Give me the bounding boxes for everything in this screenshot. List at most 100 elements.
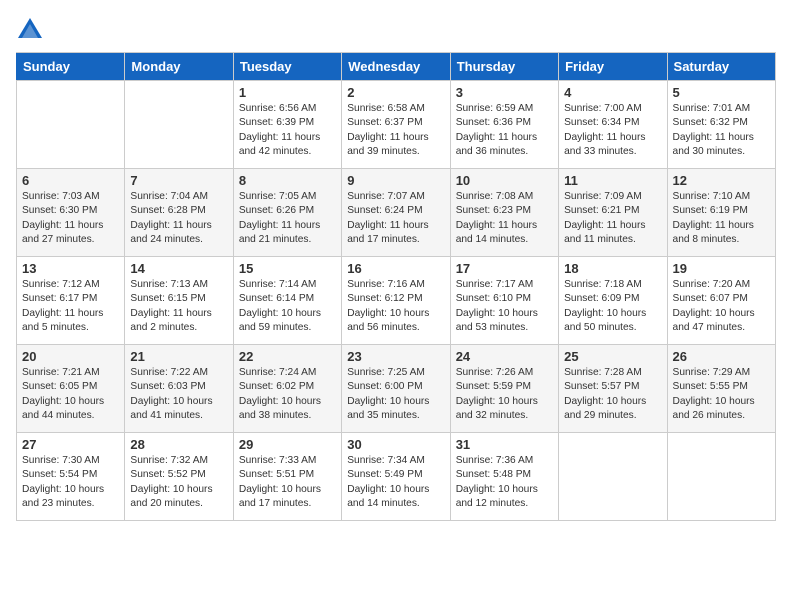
day-number: 9 (347, 173, 444, 188)
calendar-cell: 14 Sunrise: 7:13 AM Sunset: 6:15 PM Dayli… (125, 257, 233, 345)
day-number: 1 (239, 85, 336, 100)
day-number: 23 (347, 349, 444, 364)
calendar-cell: 5 Sunrise: 7:01 AM Sunset: 6:32 PM Daylig… (667, 81, 775, 169)
day-number: 10 (456, 173, 553, 188)
calendar-cell: 31 Sunrise: 7:36 AM Sunset: 5:48 PM Dayli… (450, 433, 558, 521)
day-number: 28 (130, 437, 227, 452)
calendar-cell: 18 Sunrise: 7:18 AM Sunset: 6:09 PM Dayli… (559, 257, 667, 345)
day-number: 3 (456, 85, 553, 100)
day-content: Sunrise: 7:07 AM Sunset: 6:24 PM Dayligh… (347, 190, 444, 247)
col-header-thursday: Thursday (450, 53, 558, 81)
day-number: 24 (456, 349, 553, 364)
day-content: Sunrise: 7:03 AM Sunset: 6:30 PM Dayligh… (22, 190, 119, 247)
day-content: Sunrise: 7:04 AM Sunset: 6:28 PM Dayligh… (130, 190, 227, 247)
calendar-cell: 11 Sunrise: 7:09 AM Sunset: 6:21 PM Dayli… (559, 169, 667, 257)
day-number: 6 (22, 173, 119, 188)
calendar-cell: 20 Sunrise: 7:21 AM Sunset: 6:05 PM Dayli… (17, 345, 125, 433)
calendar-cell: 24 Sunrise: 7:26 AM Sunset: 5:59 PM Dayli… (450, 345, 558, 433)
col-header-sunday: Sunday (17, 53, 125, 81)
day-number: 18 (564, 261, 661, 276)
calendar-cell: 12 Sunrise: 7:10 AM Sunset: 6:19 PM Dayli… (667, 169, 775, 257)
calendar-cell: 15 Sunrise: 7:14 AM Sunset: 6:14 PM Dayli… (233, 257, 341, 345)
col-header-friday: Friday (559, 53, 667, 81)
day-number: 5 (673, 85, 770, 100)
day-number: 16 (347, 261, 444, 276)
calendar-cell (559, 433, 667, 521)
day-content: Sunrise: 7:16 AM Sunset: 6:12 PM Dayligh… (347, 278, 444, 335)
day-content: Sunrise: 7:21 AM Sunset: 6:05 PM Dayligh… (22, 366, 119, 423)
logo-icon (16, 16, 44, 44)
day-content: Sunrise: 7:14 AM Sunset: 6:14 PM Dayligh… (239, 278, 336, 335)
calendar-table: SundayMondayTuesdayWednesdayThursdayFrid… (16, 52, 776, 521)
calendar-week-row: 27Sunrise: 7:30 AM Sunset: 5:54 PM Dayli… (17, 433, 776, 521)
day-content: Sunrise: 7:26 AM Sunset: 5:59 PM Dayligh… (456, 366, 553, 423)
day-content: Sunrise: 7:01 AM Sunset: 6:32 PM Dayligh… (673, 102, 770, 159)
day-number: 19 (673, 261, 770, 276)
calendar-cell: 7 Sunrise: 7:04 AM Sunset: 6:28 PM Daylig… (125, 169, 233, 257)
day-number: 8 (239, 173, 336, 188)
calendar-cell: 25Sunrise: 7:28 AM Sunset: 5:57 PM Dayli… (559, 345, 667, 433)
day-number: 7 (130, 173, 227, 188)
day-number: 30 (347, 437, 444, 452)
day-number: 14 (130, 261, 227, 276)
logo (16, 16, 48, 44)
day-number: 22 (239, 349, 336, 364)
col-header-monday: Monday (125, 53, 233, 81)
day-content: Sunrise: 7:34 AM Sunset: 5:49 PM Dayligh… (347, 454, 444, 511)
calendar-header-row: SundayMondayTuesdayWednesdayThursdayFrid… (17, 53, 776, 81)
page-header (16, 16, 776, 44)
calendar-cell: 10 Sunrise: 7:08 AM Sunset: 6:23 PM Dayli… (450, 169, 558, 257)
day-number: 17 (456, 261, 553, 276)
col-header-wednesday: Wednesday (342, 53, 450, 81)
day-number: 20 (22, 349, 119, 364)
day-number: 11 (564, 173, 661, 188)
calendar-cell: 1 Sunrise: 6:56 AM Sunset: 6:39 PM Daylig… (233, 81, 341, 169)
day-number: 26 (673, 349, 770, 364)
day-content: Sunrise: 7:20 AM Sunset: 6:07 PM Dayligh… (673, 278, 770, 335)
day-number: 15 (239, 261, 336, 276)
day-content: Sunrise: 7:12 AM Sunset: 6:17 PM Dayligh… (22, 278, 119, 335)
day-number: 21 (130, 349, 227, 364)
day-content: Sunrise: 7:24 AM Sunset: 6:02 PM Dayligh… (239, 366, 336, 423)
day-number: 13 (22, 261, 119, 276)
day-content: Sunrise: 6:56 AM Sunset: 6:39 PM Dayligh… (239, 102, 336, 159)
calendar-cell: 28 Sunrise: 7:32 AM Sunset: 5:52 PM Dayli… (125, 433, 233, 521)
calendar-cell: 27Sunrise: 7:30 AM Sunset: 5:54 PM Dayli… (17, 433, 125, 521)
col-header-tuesday: Tuesday (233, 53, 341, 81)
calendar-cell: 22 Sunrise: 7:24 AM Sunset: 6:02 PM Dayli… (233, 345, 341, 433)
calendar-cell (667, 433, 775, 521)
day-content: Sunrise: 7:29 AM Sunset: 5:55 PM Dayligh… (673, 366, 770, 423)
day-content: Sunrise: 7:10 AM Sunset: 6:19 PM Dayligh… (673, 190, 770, 247)
day-number: 29 (239, 437, 336, 452)
calendar-cell: 17 Sunrise: 7:17 AM Sunset: 6:10 PM Dayli… (450, 257, 558, 345)
day-content: Sunrise: 6:59 AM Sunset: 6:36 PM Dayligh… (456, 102, 553, 159)
day-content: Sunrise: 7:17 AM Sunset: 6:10 PM Dayligh… (456, 278, 553, 335)
day-number: 2 (347, 85, 444, 100)
calendar-week-row: 13 Sunrise: 7:12 AM Sunset: 6:17 PM Dayli… (17, 257, 776, 345)
day-content: Sunrise: 7:18 AM Sunset: 6:09 PM Dayligh… (564, 278, 661, 335)
calendar-cell: 29Sunrise: 7:33 AM Sunset: 5:51 PM Dayli… (233, 433, 341, 521)
calendar-cell: 21 Sunrise: 7:22 AM Sunset: 6:03 PM Dayli… (125, 345, 233, 433)
calendar-cell: 4Sunrise: 7:00 AM Sunset: 6:34 PM Daylig… (559, 81, 667, 169)
day-content: Sunrise: 7:09 AM Sunset: 6:21 PM Dayligh… (564, 190, 661, 247)
calendar-week-row: 6 Sunrise: 7:03 AM Sunset: 6:30 PM Daylig… (17, 169, 776, 257)
day-content: Sunrise: 7:08 AM Sunset: 6:23 PM Dayligh… (456, 190, 553, 247)
day-content: Sunrise: 7:05 AM Sunset: 6:26 PM Dayligh… (239, 190, 336, 247)
day-content: Sunrise: 7:28 AM Sunset: 5:57 PM Dayligh… (564, 366, 661, 423)
col-header-saturday: Saturday (667, 53, 775, 81)
day-content: Sunrise: 7:22 AM Sunset: 6:03 PM Dayligh… (130, 366, 227, 423)
day-number: 12 (673, 173, 770, 188)
day-content: Sunrise: 7:25 AM Sunset: 6:00 PM Dayligh… (347, 366, 444, 423)
calendar-cell: 23 Sunrise: 7:25 AM Sunset: 6:00 PM Dayli… (342, 345, 450, 433)
day-content: Sunrise: 7:00 AM Sunset: 6:34 PM Dayligh… (564, 102, 661, 159)
day-content: Sunrise: 7:13 AM Sunset: 6:15 PM Dayligh… (130, 278, 227, 335)
day-content: Sunrise: 6:58 AM Sunset: 6:37 PM Dayligh… (347, 102, 444, 159)
day-content: Sunrise: 7:32 AM Sunset: 5:52 PM Dayligh… (130, 454, 227, 511)
day-number: 31 (456, 437, 553, 452)
calendar-cell: 26 Sunrise: 7:29 AM Sunset: 5:55 PM Dayli… (667, 345, 775, 433)
calendar-week-row: 20 Sunrise: 7:21 AM Sunset: 6:05 PM Dayli… (17, 345, 776, 433)
day-content: Sunrise: 7:36 AM Sunset: 5:48 PM Dayligh… (456, 454, 553, 511)
calendar-cell: 30 Sunrise: 7:34 AM Sunset: 5:49 PM Dayli… (342, 433, 450, 521)
calendar-cell: 6 Sunrise: 7:03 AM Sunset: 6:30 PM Daylig… (17, 169, 125, 257)
calendar-cell: 13 Sunrise: 7:12 AM Sunset: 6:17 PM Dayli… (17, 257, 125, 345)
